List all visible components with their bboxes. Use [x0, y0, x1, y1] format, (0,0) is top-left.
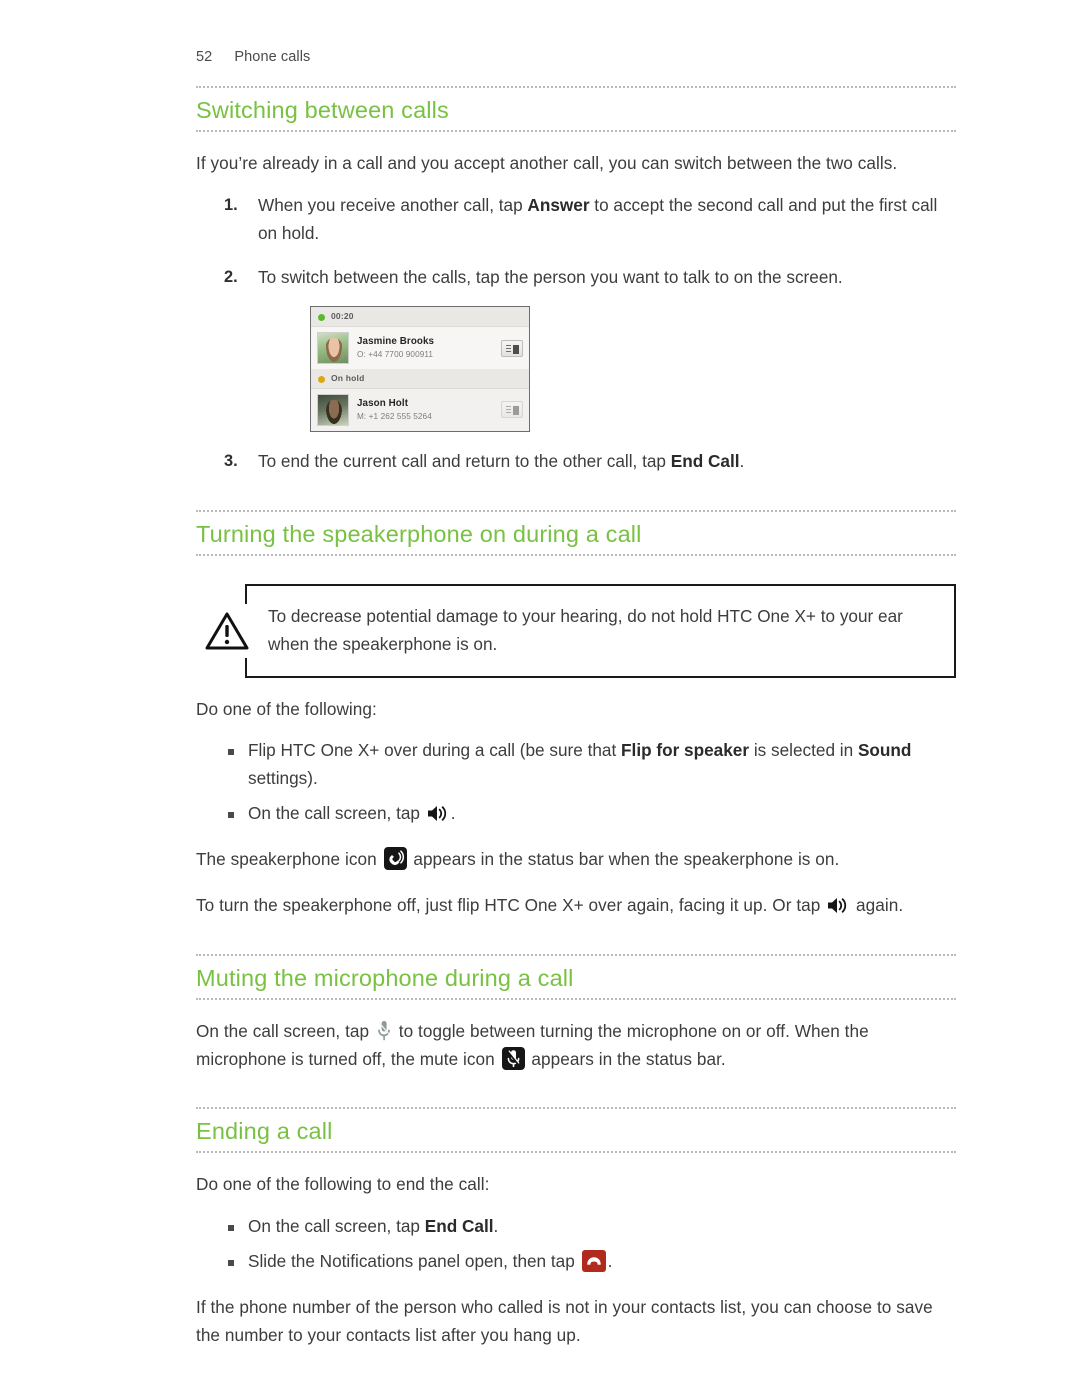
phone-screenshot: 00:20 Jasmine Brooks O: +44 7700 900911: [310, 306, 530, 432]
page-content: Switching between calls If you’re alread…: [196, 86, 956, 1350]
call-row-held-text: Jason Holt M: +1 262 555 5264: [357, 398, 493, 423]
held-call-status-label: On hold: [331, 373, 365, 384]
end-call-icon[interactable]: [581, 1250, 606, 1273]
call-row-held-number: M: +1 262 555 5264: [357, 411, 432, 421]
step-item-2: To switch between the calls, tap the per…: [224, 264, 956, 432]
step-3-bold-end-call: End Call: [670, 450, 740, 471]
paragraph-speakerphone-off: To turn the speakerphone off, just flip …: [196, 892, 956, 920]
muting-post: appears in the status bar.: [526, 1048, 726, 1069]
warning-triangle-icon: [196, 603, 258, 658]
active-call-timer: 00:20: [331, 311, 354, 322]
document-page: 52 Phone calls Switching between calls I…: [0, 0, 1080, 1397]
heading-ending-a-call: Ending a call: [196, 1107, 956, 1154]
heading-switching-between-calls: Switching between calls: [196, 86, 956, 133]
paragraph-switching-intro: If you’re already in a call and you acce…: [196, 153, 898, 174]
paragraph-muting-body: On the call screen, tap to toggle betwee…: [196, 1018, 956, 1074]
avatar: [317, 393, 349, 426]
keypad-icon[interactable]: [501, 401, 523, 419]
step-2-text: To switch between the calls, tap the per…: [258, 266, 843, 287]
speaker-icon[interactable]: [427, 804, 449, 823]
ending-bullet-end-call: On the call screen, tap End Call.: [228, 1213, 956, 1241]
bullet-flip-mid: is selected in: [749, 740, 858, 761]
step-3-text-post: .: [739, 450, 745, 471]
heading-turning-speakerphone-on: Turning the speakerphone on during a cal…: [196, 509, 956, 556]
ending-bullet-2-pre: Slide the Notifications panel open, then…: [248, 1251, 580, 1272]
call-row-active-text: Jasmine Brooks O: +44 7700 900911: [357, 336, 493, 361]
status-note-pre: The speakerphone icon: [196, 849, 382, 870]
speakerphone-bullet-flip: Flip HTC One X+ over during a call (be s…: [228, 737, 956, 793]
figure-call-switching-screenshot: 00:20 Jasmine Brooks O: +44 7700 900911: [310, 306, 956, 432]
call-row-active-name: Jasmine Brooks: [357, 335, 435, 347]
paragraph-speakerphone-status: The speakerphone icon appears in the sta…: [196, 846, 956, 874]
off-note-post: again.: [851, 894, 904, 915]
page-header: 52 Phone calls: [196, 49, 310, 65]
warning-callout: To decrease potential damage to your hea…: [196, 583, 956, 678]
muting-pre: On the call screen, tap: [196, 1020, 374, 1041]
step-1-bold-answer: Answer: [527, 194, 590, 215]
page-number: 52: [196, 49, 213, 65]
avatar: [317, 332, 349, 365]
ending-bullet-2-post: .: [607, 1251, 613, 1272]
ending-bullet-1-post: .: [493, 1216, 499, 1237]
warning-text: To decrease potential damage to your hea…: [268, 605, 903, 654]
active-call-status-dot-icon: [318, 313, 325, 321]
speakerphone-status-icon: [383, 847, 407, 871]
speaker-icon[interactable]: [827, 896, 849, 915]
paragraph-ending-closing: If the phone number of the person who ca…: [196, 1297, 933, 1345]
ending-bullet-1-bold-end-call: End Call: [424, 1216, 494, 1237]
paragraph-ending-lead: Do one of the following to end the call:: [196, 1174, 490, 1195]
step-item-1: When you receive another call, tap Answe…: [224, 192, 956, 248]
speakerphone-bullet-tap: On the call screen, tap .: [228, 800, 956, 828]
held-call-status-dot-icon: [318, 375, 325, 383]
heading-muting-microphone: Muting the microphone during a call: [196, 953, 956, 1000]
bullet-flip-post: settings).: [248, 768, 318, 789]
ending-bullet-1-pre: On the call screen, tap: [248, 1216, 425, 1237]
held-call-status-bar: On hold: [311, 369, 529, 389]
bullet-tap-pre: On the call screen, tap: [248, 803, 425, 824]
keypad-icon[interactable]: [501, 339, 523, 357]
call-row-held[interactable]: Jason Holt M: +1 262 555 5264: [311, 388, 529, 431]
paragraph-speakerphone-lead: Do one of the following:: [196, 698, 377, 719]
call-row-active[interactable]: Jasmine Brooks O: +44 7700 900911: [311, 327, 529, 370]
off-note-pre: To turn the speakerphone off, just flip …: [196, 894, 826, 915]
active-call-status-bar: 00:20: [311, 307, 529, 328]
call-row-held-name: Jason Holt: [357, 397, 409, 409]
speakerphone-options-list: Flip HTC One X+ over during a call (be s…: [196, 737, 956, 828]
bullet-tap-post: .: [450, 803, 456, 824]
mute-status-icon: [501, 1046, 525, 1070]
bullet-flip-bold-sound: Sound: [857, 740, 912, 761]
bullet-flip-bold-flip-for-speaker: Flip for speaker: [621, 740, 750, 761]
ending-options-list: On the call screen, tap End Call. Slide …: [196, 1213, 956, 1276]
step-3-text-pre: To end the current call and return to th…: [258, 450, 671, 471]
warning-box: To decrease potential damage to your hea…: [245, 583, 956, 678]
call-row-active-number: O: +44 7700 900911: [357, 350, 434, 360]
microphone-icon[interactable]: [376, 1020, 392, 1042]
switching-steps-list: When you receive another call, tap Answe…: [196, 192, 956, 476]
ending-bullet-notifications: Slide the Notifications panel open, then…: [228, 1248, 956, 1276]
step-item-3: To end the current call and return to th…: [224, 448, 956, 476]
status-note-post: appears in the status bar when the speak…: [408, 849, 840, 870]
bullet-flip-pre: Flip HTC One X+ over during a call (be s…: [248, 740, 622, 761]
step-1-text-pre: When you receive another call, tap: [258, 194, 528, 215]
page-section-title: Phone calls: [234, 49, 311, 65]
